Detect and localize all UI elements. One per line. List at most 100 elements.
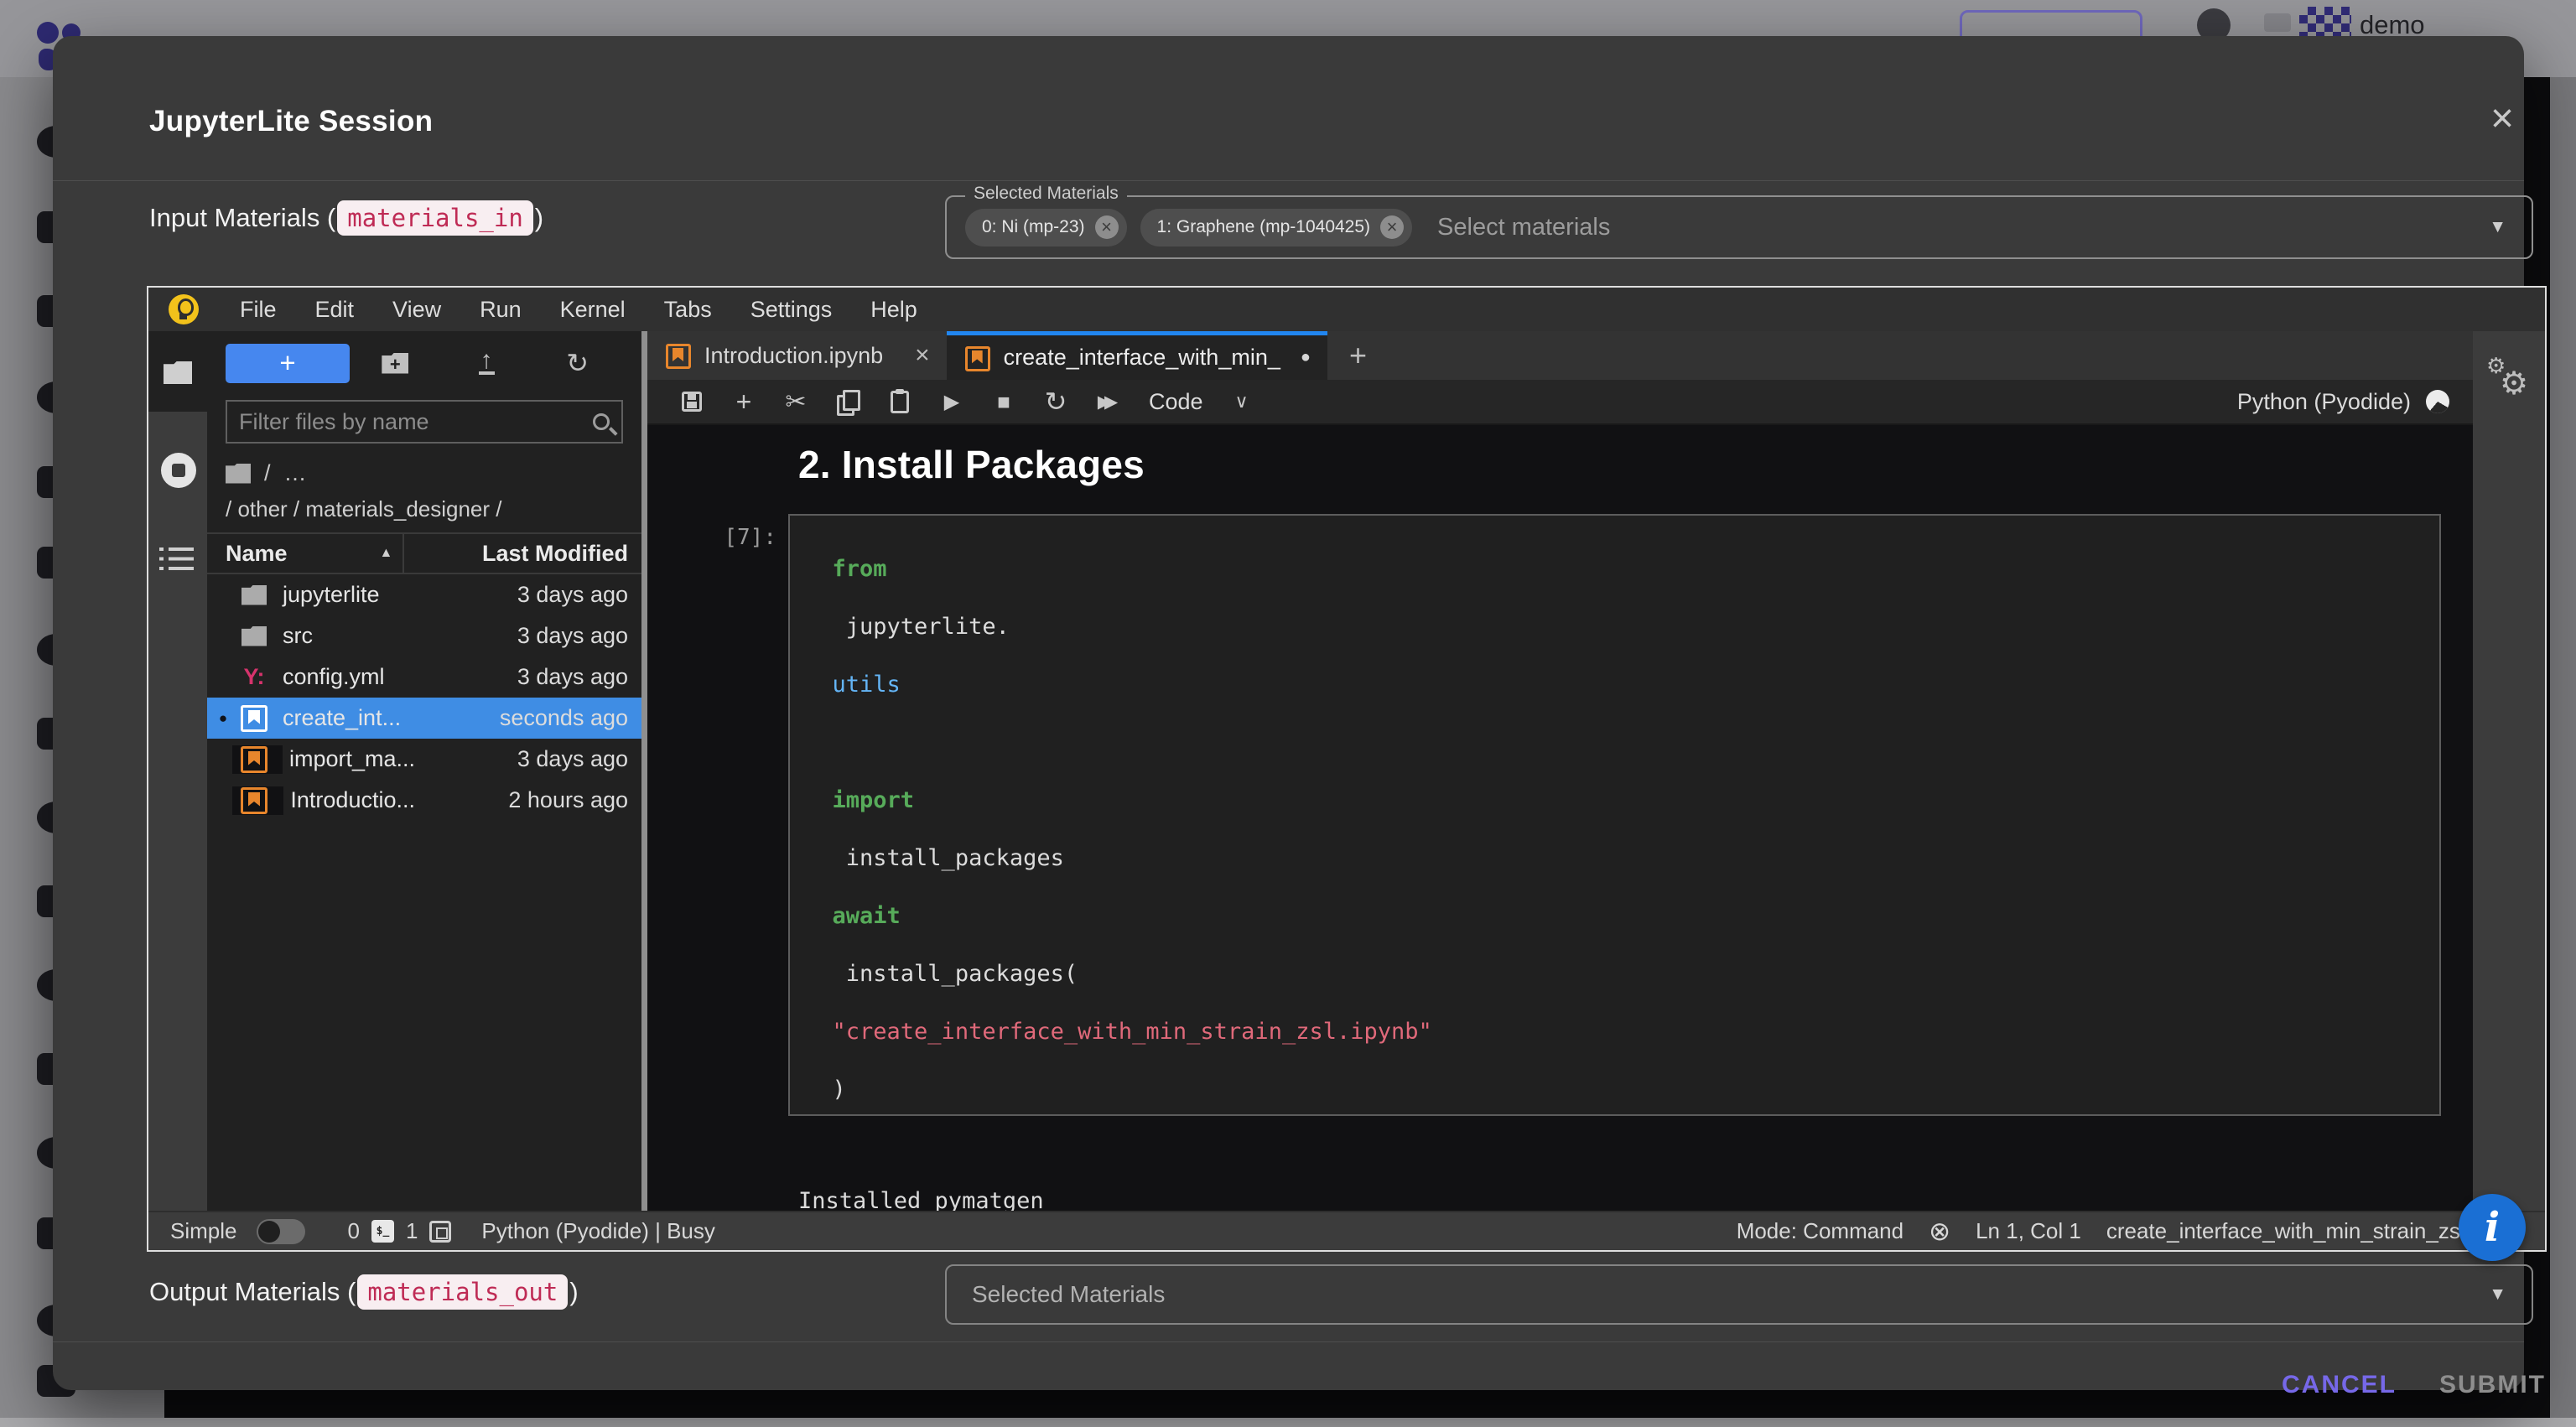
tab-label: create_interface_with_min_ — [1004, 345, 1280, 371]
material-chip-label: 1: Graphene (mp-1040425) — [1157, 217, 1371, 237]
column-name[interactable]: Name ▲ — [207, 541, 402, 567]
property-inspector-icon[interactable]: ⚙ ⚙ — [2486, 353, 2532, 398]
table-row[interactable]: src 3 days ago — [207, 615, 641, 656]
filter-files-input[interactable] — [239, 409, 593, 435]
file-type-icon — [232, 663, 276, 692]
chip-delete-icon[interactable]: × — [1095, 215, 1119, 239]
menubar-item[interactable]: Tabs — [645, 297, 731, 323]
file-browser-icon[interactable] — [164, 361, 192, 384]
table-of-contents-icon[interactable] — [169, 547, 194, 570]
cut-cells-button[interactable]: ✂ — [770, 387, 822, 417]
chevron-down-icon[interactable]: ∨ — [1235, 391, 1249, 413]
file-name: import_ma... — [283, 746, 415, 772]
chevron-down-icon[interactable]: ▼ — [2489, 1284, 2506, 1305]
output-line: Installed pymatgen — [798, 1187, 2473, 1211]
right-activity-bar: ⚙ ⚙ — [2473, 331, 2545, 1211]
chip-delete-icon[interactable]: × — [1380, 215, 1404, 239]
material-chip[interactable]: 0: Ni (mp-23) × — [965, 209, 1127, 246]
execution-count: [7]: — [647, 514, 788, 1116]
column-last-modified[interactable]: Last Modified — [402, 534, 641, 573]
new-launcher-button[interactable]: + — [226, 344, 350, 383]
cell-type-select[interactable]: Code — [1149, 389, 1203, 415]
menubar-item[interactable]: Help — [851, 297, 937, 323]
running-kernels-icon[interactable] — [161, 453, 196, 488]
run-cell-button[interactable]: ▶ — [926, 390, 978, 414]
menubar-item[interactable]: Edit — [296, 297, 374, 323]
trust-indicator-icon[interactable]: ⊗ — [1929, 1217, 1950, 1247]
kernel-name[interactable]: Python (Pyodide) — [2237, 389, 2411, 415]
notebook-content[interactable]: 2. Install Packages [7]: from jupyterlit… — [647, 425, 2473, 1211]
add-cell-button[interactable]: + — [718, 387, 770, 418]
menubar-item[interactable]: Run — [460, 297, 541, 323]
tab-introduction[interactable]: Introduction.ipynb × — [647, 331, 947, 380]
material-chip-label: 0: Ni (mp-23) — [982, 217, 1085, 237]
code-token: utils — [833, 672, 901, 698]
save-button[interactable] — [666, 392, 718, 412]
output-materials-select[interactable]: Selected Materials ▼ — [945, 1264, 2533, 1325]
table-row[interactable]: create_int... seconds ago — [207, 698, 641, 739]
breadcrumb-ellipsis[interactable]: … — [284, 460, 307, 486]
materials-in-code: materials_in — [337, 200, 533, 236]
file-modified: 3 days ago — [415, 746, 641, 772]
material-chip[interactable]: 1: Graphene (mp-1040425) × — [1140, 209, 1413, 246]
table-row[interactable]: jupyterlite 3 days ago — [207, 574, 641, 615]
refresh-button[interactable]: ↻ — [532, 347, 623, 379]
close-icon[interactable]: × — [2479, 95, 2526, 142]
notebook-icon — [664, 342, 691, 369]
materials-out-code: materials_out — [357, 1274, 568, 1310]
restart-run-all-button[interactable]: ▶▶ — [1082, 392, 1134, 413]
menubar-item[interactable]: Settings — [731, 297, 852, 323]
code-editor[interactable]: from jupyterlite. utils import install_p… — [788, 514, 2441, 1116]
terminals-count: 0 — [347, 1218, 359, 1244]
tab-close-icon[interactable]: × — [915, 341, 930, 370]
copy-icon — [837, 390, 859, 413]
file-type-icon — [232, 704, 276, 733]
table-row[interactable]: Introductio... 2 hours ago — [207, 780, 641, 821]
save-icon — [682, 392, 702, 412]
code-token: ) — [833, 1077, 846, 1103]
input-materials-label-text: Input Materials ( — [149, 203, 335, 233]
upload-button[interactable]: ↑ — [441, 351, 532, 375]
new-tab-button[interactable]: + — [1327, 331, 1389, 380]
code-token — [833, 729, 846, 755]
selected-materials-combobox[interactable]: Selected Materials 0: Ni (mp-23) × 1: Gr… — [945, 195, 2533, 259]
breadcrumb-path[interactable]: / other / materials_designer / — [226, 496, 623, 522]
command-mode-indicator[interactable]: Mode: Command — [1737, 1218, 1903, 1244]
file-modified: 3 days ago — [415, 582, 641, 608]
info-button[interactable]: i — [2459, 1194, 2526, 1261]
table-row[interactable]: import_ma... 3 days ago — [207, 739, 641, 780]
column-name-label: Name — [226, 541, 288, 567]
file-name: jupyterlite — [276, 582, 415, 608]
copy-cells-button[interactable] — [822, 390, 874, 413]
new-folder-button[interactable] — [350, 353, 441, 374]
divider — [53, 180, 2524, 181]
status-bar: Simple 0 $_ 1 Python (Pyodide) | Busy Mo… — [148, 1211, 2545, 1250]
menubar-item[interactable]: View — [373, 297, 460, 323]
submit-button[interactable]: SUBMIT — [2424, 1362, 2561, 1408]
new-folder-icon — [382, 353, 408, 374]
interrupt-kernel-button[interactable]: ■ — [978, 389, 1030, 415]
code-token: install_packages — [833, 845, 1064, 871]
cancel-button[interactable]: CANCEL — [2267, 1362, 2412, 1408]
root-folder-icon[interactable] — [226, 464, 251, 484]
terminal-icon[interactable]: $_ — [371, 1220, 394, 1243]
tab-create-interface[interactable]: create_interface_with_min_ ● — [947, 331, 1327, 380]
kernel-busy-icon — [2426, 390, 2449, 413]
table-row[interactable]: config.yml 3 days ago — [207, 656, 641, 698]
cursor-position[interactable]: Ln 1, Col 1 — [1976, 1218, 2081, 1244]
kernel-status-text[interactable]: Python (Pyodide) | Busy — [481, 1218, 714, 1244]
restart-kernel-button[interactable]: ↻ — [1030, 386, 1082, 418]
kernel-icon[interactable] — [429, 1221, 451, 1243]
dialog-title: JupyterLite Session — [149, 105, 433, 138]
breadcrumb-root[interactable]: / — [264, 460, 271, 486]
paste-cells-button[interactable] — [874, 391, 926, 413]
panel-splitter[interactable] — [641, 331, 647, 1211]
file-name: Introductio... — [283, 787, 415, 813]
tab-label: Introduction.ipynb — [704, 343, 883, 369]
menubar-item[interactable]: Kernel — [541, 297, 645, 323]
chevron-down-icon[interactable]: ▼ — [2489, 217, 2506, 237]
simple-mode-toggle[interactable] — [257, 1219, 305, 1244]
material-chips: 0: Ni (mp-23) × 1: Graphene (mp-1040425)… — [965, 209, 1426, 246]
menubar-item[interactable]: File — [221, 297, 296, 323]
code-cell[interactable]: [7]: from jupyterlite. utils import inst… — [647, 514, 2441, 1116]
